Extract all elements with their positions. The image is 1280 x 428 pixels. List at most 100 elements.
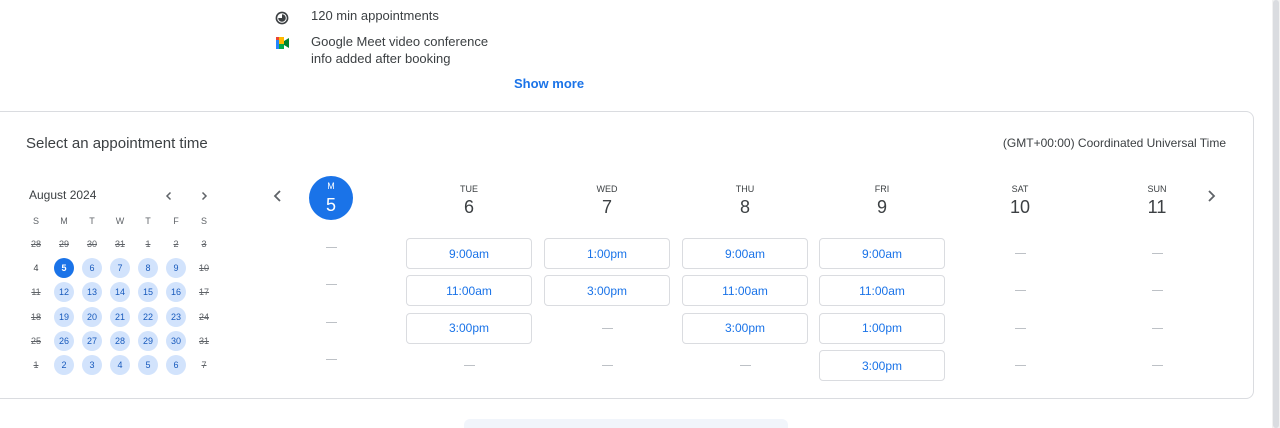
time-slot-button[interactable]: 9:00am <box>406 238 532 269</box>
time-slot-button[interactable]: 11:00am <box>682 275 808 307</box>
weekday-label: F <box>173 216 179 226</box>
mini-calendar-day[interactable]: 26 <box>50 330 78 351</box>
day-column: TUE 6 9:00am 11:00am 3:00pm <box>406 176 532 388</box>
mini-calendar-day[interactable]: 22 <box>134 306 162 327</box>
mini-calendar-day-selected[interactable]: 5 <box>50 258 78 279</box>
time-slot-button[interactable]: 11:00am <box>819 275 945 307</box>
day-number: 11 <box>31 287 41 298</box>
mini-calendar-day[interactable]: 27 <box>78 330 106 351</box>
time-slot-button[interactable]: 1:00pm <box>819 312 945 344</box>
mini-calendar-day[interactable]: 8 <box>134 258 162 279</box>
duration-text: 120 min appointments <box>311 8 439 23</box>
day-number: 10 <box>198 263 209 274</box>
selected-day-circle[interactable]: M5 <box>309 176 353 220</box>
day-number: 1 <box>145 239 151 250</box>
day-number: 14 <box>110 282 130 303</box>
mini-calendar-day[interactable]: 29 <box>134 330 162 351</box>
no-slot-dash <box>957 275 1083 306</box>
mini-calendar-day: 31 <box>190 331 218 351</box>
scrollbar[interactable] <box>1272 0 1280 428</box>
mini-calendar-day[interactable]: 6 <box>78 258 106 279</box>
no-slot-dash <box>406 350 532 381</box>
mini-calendar-day: 25 <box>22 331 50 351</box>
mini-calendar-day[interactable]: 21 <box>106 306 134 327</box>
day-name: TUE <box>460 184 478 194</box>
card-title: Select an appointment time <box>26 135 208 152</box>
no-slot-dash <box>268 232 394 263</box>
day-number: 27 <box>82 330 102 351</box>
mini-calendar: August 2024 SMTWTFS 28 29 30 31 1 2 3 4 5 6 7 8 9 10 1… <box>22 184 218 377</box>
mini-calendar-day: 3 <box>190 234 218 254</box>
mini-calendar-day[interactable]: 15 <box>134 282 162 303</box>
meet-text-line2: info added after booking <box>311 51 451 66</box>
day-header-selected: M5 <box>268 176 394 222</box>
mini-calendar-day[interactable]: 12 <box>50 282 78 303</box>
timezone-selector[interactable]: (GMT+00:00) Coordinated Universal Time <box>1003 136 1226 150</box>
time-slot-button[interactable]: 1:00pm <box>544 238 670 269</box>
day-number: 12 <box>54 282 74 303</box>
day-number: 19 <box>54 306 74 327</box>
time-slot-button[interactable]: 3:00pm <box>682 312 808 344</box>
day-column: WED 7 1:00pm 3:00pm <box>544 176 670 388</box>
mini-calendar-day[interactable]: 3 <box>78 355 106 376</box>
mini-calendar-day[interactable]: 6 <box>162 355 190 376</box>
day-column: SUN 11 <box>1094 176 1220 388</box>
day-number: 30 <box>86 239 97 250</box>
time-slot-button[interactable]: 3:00pm <box>819 350 945 382</box>
mini-calendar-next-button[interactable] <box>194 186 214 206</box>
day-number: 4 <box>33 263 39 274</box>
time-slot-button[interactable]: 3:00pm <box>406 312 532 344</box>
mini-calendar-week: 18 19 20 21 22 23 24 <box>22 305 218 329</box>
mini-calendar-prev-button[interactable] <box>159 186 179 206</box>
mini-calendar-day[interactable]: 19 <box>50 306 78 327</box>
mini-calendar-day[interactable]: 7 <box>106 258 134 279</box>
mini-calendar-day[interactable]: 9 <box>162 258 190 279</box>
mini-calendar-day[interactable]: 14 <box>106 282 134 303</box>
appointment-card: Select an appointment time (GMT+00:00) C… <box>0 111 1254 399</box>
day-header: FRI 9 <box>819 182 945 228</box>
mini-calendar-month: August 2024 <box>29 188 97 202</box>
mini-calendar-day: 7 <box>190 355 218 375</box>
mini-calendar-day[interactable]: 2 <box>50 355 78 376</box>
day-number: 6 <box>82 258 102 279</box>
day-number: 28 <box>30 239 41 250</box>
day-header: SAT 10 <box>957 182 1083 228</box>
mini-calendar-day[interactable]: 28 <box>106 330 134 351</box>
time-slot-button[interactable]: 11:00am <box>406 275 532 307</box>
day-number: 7 <box>601 197 612 217</box>
day-number: 21 <box>110 306 130 327</box>
day-number: 4 <box>110 355 130 376</box>
meet-row: Google Meet video conference info added … <box>272 33 488 67</box>
mini-calendar-day[interactable]: 5 <box>134 355 162 376</box>
day-number: 31 <box>114 239 125 250</box>
time-slot-button[interactable]: 9:00am <box>819 238 945 269</box>
mini-calendar-day: 10 <box>190 258 218 278</box>
no-slot-dash <box>1094 313 1220 344</box>
no-slot-dash <box>1094 238 1220 269</box>
time-slot-button[interactable]: 9:00am <box>682 238 808 269</box>
day-number: 7 <box>110 258 130 279</box>
day-number: 3 <box>82 355 102 376</box>
duration-row: 120 min appointments <box>272 8 439 28</box>
mini-calendar-day[interactable]: 20 <box>78 306 106 327</box>
day-number: 11 <box>1147 197 1167 217</box>
meet-text-line1: Google Meet video conference <box>311 34 489 49</box>
mini-calendar-day: 1 <box>134 234 162 254</box>
mini-calendar-day[interactable]: 16 <box>162 282 190 303</box>
day-number: 23 <box>166 306 186 327</box>
mini-calendar-week: 1 23456 7 <box>22 353 218 377</box>
day-number: 22 <box>138 306 158 327</box>
scrollbar-thumb[interactable] <box>1273 0 1279 428</box>
day-column: M5 <box>268 176 394 382</box>
day-name: SAT <box>1011 184 1029 194</box>
time-slot-button[interactable]: 3:00pm <box>544 275 670 307</box>
mini-calendar-day[interactable]: 23 <box>162 306 190 327</box>
mini-calendar-week: 28 29 30 31 1 2 3 <box>22 232 218 256</box>
mini-calendar-day[interactable]: 4 <box>106 355 134 376</box>
show-more-link[interactable]: Show more <box>514 76 584 91</box>
mini-calendar-day[interactable]: 13 <box>78 282 106 303</box>
day-number: 5 <box>54 258 74 279</box>
day-column: THU 8 9:00am 11:00am 3:00pm <box>682 176 808 388</box>
mini-calendar-day[interactable]: 30 <box>162 330 190 351</box>
mini-calendar-day: 2 <box>162 234 190 254</box>
